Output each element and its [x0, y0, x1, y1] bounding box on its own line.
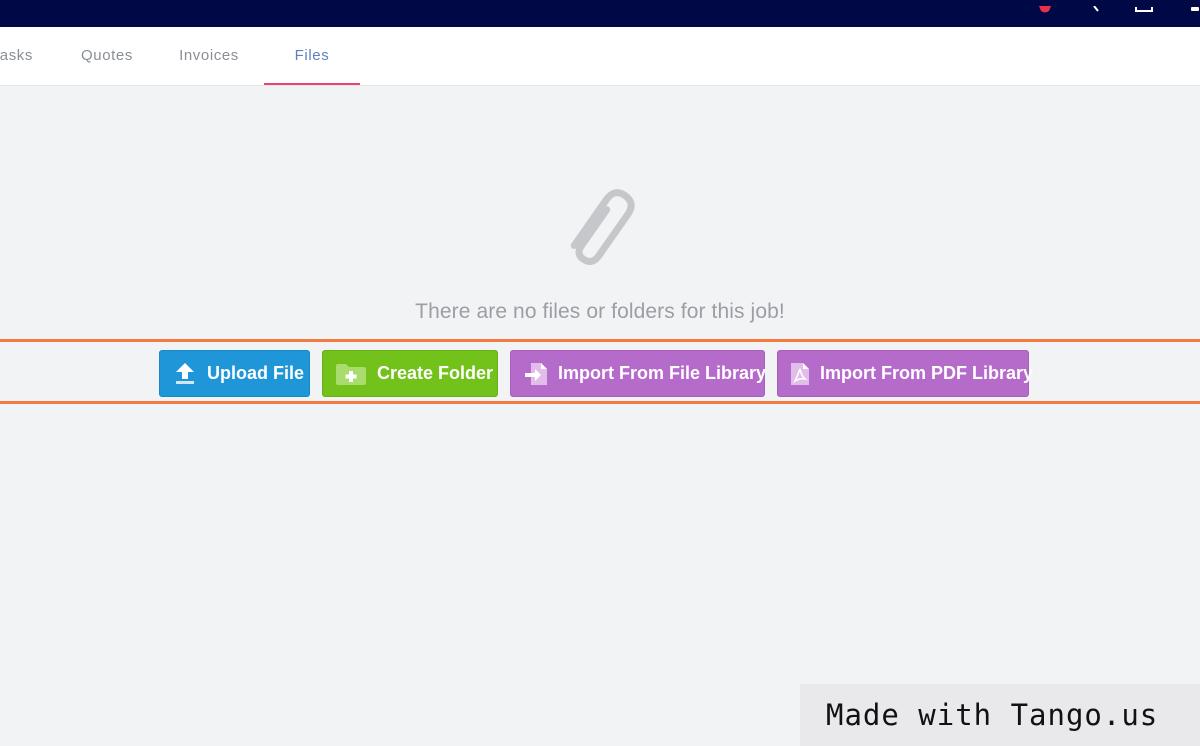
tango-watermark: Made with Tango.us	[800, 684, 1200, 746]
tab-quotes[interactable]: Quotes	[74, 27, 140, 85]
upload-file-label: Upload File	[207, 363, 305, 383]
create-folder-label: Create Folder	[377, 363, 494, 383]
upload-file-button[interactable]: Upload File	[159, 350, 310, 397]
notification-icon[interactable]	[1036, 0, 1054, 13]
user-menu-icon[interactable]	[1190, 0, 1200, 11]
highlight-line-top	[0, 339, 1200, 342]
paperclip-icon	[560, 180, 642, 280]
inbox-icon[interactable]	[1134, 0, 1156, 12]
import-file-library-button[interactable]: Import From File Library	[510, 350, 767, 397]
highlight-line-bottom	[0, 401, 1200, 404]
folder-add-icon	[335, 362, 367, 386]
job-tab-bar: tasks Quotes Invoices Files	[0, 27, 1200, 86]
search-icon[interactable]	[1086, 0, 1104, 12]
pdf-icon	[789, 361, 811, 387]
import-pdf-library-button[interactable]: Import From PDF Library	[777, 350, 1033, 397]
tab-tasks[interactable]: tasks	[0, 27, 40, 85]
tab-files[interactable]: Files	[264, 27, 360, 85]
upload-icon	[172, 361, 198, 387]
top-nav-bar	[0, 0, 1200, 27]
tab-invoices[interactable]: Invoices	[172, 27, 246, 85]
import-file-library-label: Import From File Library	[558, 363, 767, 383]
empty-state-message: There are no files or folders for this j…	[415, 300, 785, 323]
create-folder-button[interactable]: Create Folder	[322, 350, 498, 397]
file-import-icon	[523, 361, 549, 387]
import-pdf-library-label: Import From PDF Library	[820, 363, 1034, 383]
